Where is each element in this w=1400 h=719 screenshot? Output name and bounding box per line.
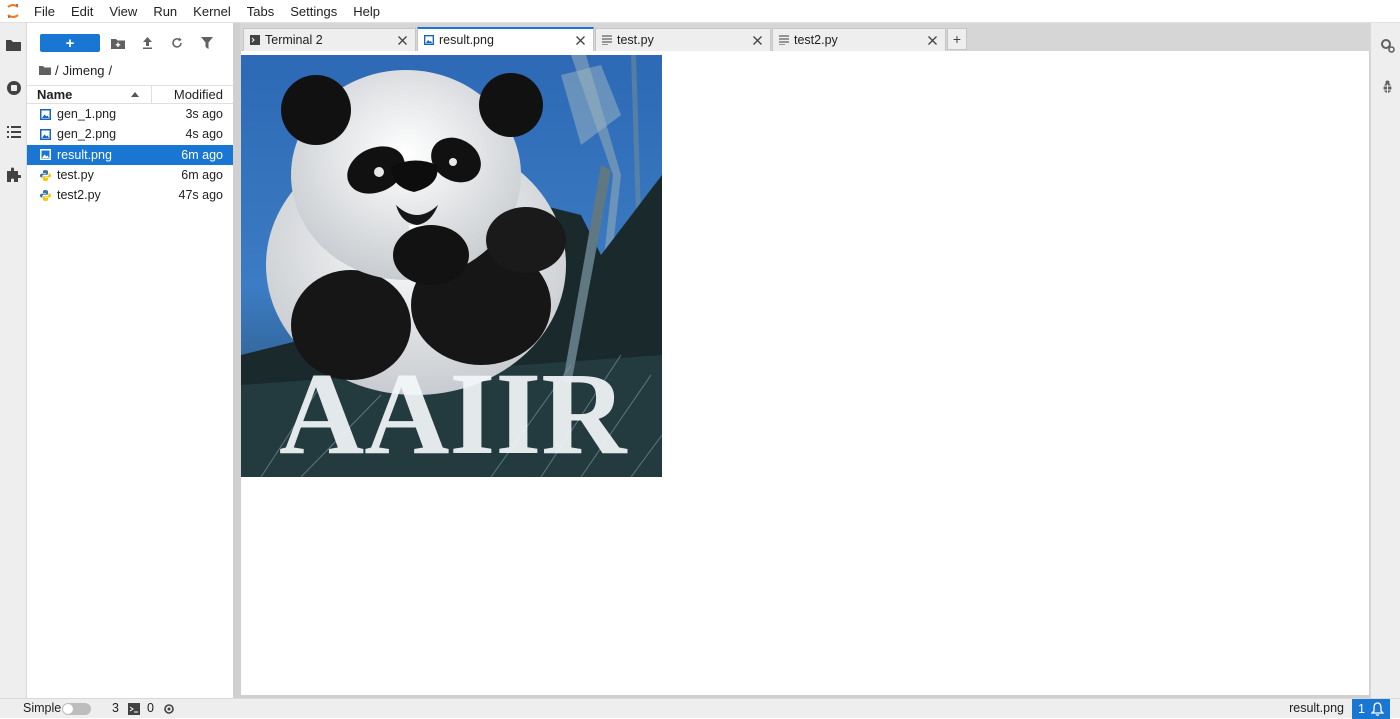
text-file-icon xyxy=(602,35,612,46)
close-icon[interactable] xyxy=(574,34,586,46)
menu-tabs[interactable]: Tabs xyxy=(239,0,282,23)
toggle-knob xyxy=(63,704,73,714)
new-launcher-button[interactable]: + xyxy=(40,34,100,52)
result-image: AAIIR xyxy=(241,55,662,477)
name-column-label: Name xyxy=(37,87,73,102)
image-viewer-panel: AAIIR xyxy=(240,51,1370,698)
list-item-selected[interactable]: result.png 6m ago xyxy=(27,144,233,165)
breadcrumb-trail: / xyxy=(108,62,113,78)
upload-icon[interactable] xyxy=(139,35,155,51)
extension-icon[interactable] xyxy=(4,165,23,184)
new-folder-icon[interactable] xyxy=(110,35,126,51)
plus-icon: + xyxy=(952,31,962,47)
file-modified: 4s ago xyxy=(185,127,223,142)
tab-test2-py[interactable]: test2.py xyxy=(772,28,946,51)
tab-bar: Terminal 2 result.png test.py test2.py + xyxy=(240,23,1370,51)
list-item[interactable]: test2.py 47s ago xyxy=(27,185,233,205)
file-modified: 47s ago xyxy=(178,188,223,203)
breadcrumb-folder-icon[interactable] xyxy=(39,65,51,75)
right-activity-bar xyxy=(1370,23,1400,698)
menu-edit[interactable]: Edit xyxy=(63,0,101,23)
tab-label: test2.py xyxy=(794,33,838,47)
bell-icon xyxy=(1370,702,1384,716)
property-inspector-icon[interactable] xyxy=(1379,37,1395,53)
close-icon[interactable] xyxy=(396,34,408,46)
debugger-icon[interactable] xyxy=(1379,79,1395,95)
breadcrumb-root[interactable]: / xyxy=(55,63,59,78)
file-list: gen_1.png 3s ago gen_2.png 4s ago result… xyxy=(27,104,233,205)
modified-column-header[interactable]: Modified xyxy=(152,86,233,103)
file-modified: 3s ago xyxy=(185,107,223,122)
sort-ascending-icon xyxy=(131,92,139,97)
python-file-icon xyxy=(39,189,51,201)
name-column-header[interactable]: Name xyxy=(27,86,152,103)
close-icon[interactable] xyxy=(926,34,938,46)
file-name: gen_2.png xyxy=(57,127,117,142)
panel-splitter[interactable] xyxy=(233,23,240,698)
notifications-button[interactable]: 1 xyxy=(1352,699,1390,719)
python-file-icon xyxy=(39,169,51,181)
list-item[interactable]: gen_1.png 3s ago xyxy=(27,104,233,124)
file-modified: 6m ago xyxy=(181,147,223,162)
file-name: test2.py xyxy=(57,188,101,203)
breadcrumb: / Jimeng / xyxy=(39,61,112,79)
file-name: test.py xyxy=(57,168,94,183)
terminal-icon xyxy=(250,35,260,46)
menu-run[interactable]: Run xyxy=(145,0,185,23)
text-file-icon xyxy=(779,35,789,46)
running-icon[interactable] xyxy=(4,78,23,97)
tab-label: test.py xyxy=(617,33,654,47)
terminals-count: 3 xyxy=(112,701,119,715)
file-list-header: Name Modified xyxy=(27,85,233,104)
file-browser: + / Jimeng / Name Modified gen_1.png 3s … xyxy=(27,23,233,698)
image-file-icon xyxy=(39,128,51,140)
file-browser-toolbar: + xyxy=(27,23,233,63)
simple-mode-label: Simple xyxy=(23,701,62,715)
toc-icon[interactable] xyxy=(4,122,23,141)
menu-file[interactable]: File xyxy=(26,0,63,23)
list-item[interactable]: test.py 6m ago xyxy=(27,165,233,185)
menu-help[interactable]: Help xyxy=(345,0,388,23)
menu-settings[interactable]: Settings xyxy=(282,0,345,23)
image-file-icon xyxy=(39,108,51,120)
status-bar: Simple 3 0 result.png 1 xyxy=(0,698,1400,719)
tab-label: result.png xyxy=(439,33,494,47)
image-file-icon xyxy=(39,149,51,161)
list-item[interactable]: gen_2.png 4s ago xyxy=(27,124,233,144)
terminal-icon[interactable] xyxy=(127,702,140,715)
breadcrumb-folder[interactable]: Jimeng xyxy=(63,63,105,78)
kernels-count: 0 xyxy=(147,701,154,715)
image-file-icon xyxy=(424,35,434,46)
file-name: result.png xyxy=(57,147,112,162)
left-activity-bar xyxy=(0,23,27,698)
refresh-icon[interactable] xyxy=(169,35,185,51)
file-modified: 6m ago xyxy=(181,168,223,183)
menu-view[interactable]: View xyxy=(101,0,145,23)
close-icon[interactable] xyxy=(751,34,763,46)
tab-test-py[interactable]: test.py xyxy=(595,28,771,51)
menu-kernel[interactable]: Kernel xyxy=(185,0,239,23)
folder-icon[interactable] xyxy=(4,35,23,54)
tab-label: Terminal 2 xyxy=(265,33,323,47)
notifications-count: 1 xyxy=(1358,702,1365,716)
tab-terminal-2[interactable]: Terminal 2 xyxy=(243,28,416,51)
jupyter-logo-icon xyxy=(0,0,26,23)
tab-result-png[interactable]: result.png xyxy=(417,27,594,51)
image-caption-text: AAIIR xyxy=(279,348,628,477)
current-file-label: result.png xyxy=(1289,701,1344,715)
filter-icon[interactable] xyxy=(199,35,215,51)
add-tab-button[interactable]: + xyxy=(947,28,967,50)
main-area: Terminal 2 result.png test.py test2.py +… xyxy=(240,23,1370,698)
simple-mode-toggle[interactable] xyxy=(62,703,91,715)
kernel-gear-icon[interactable] xyxy=(162,702,175,715)
file-name: gen_1.png xyxy=(57,107,117,122)
plus-icon: + xyxy=(65,34,75,52)
menu-bar: File Edit View Run Kernel Tabs Settings … xyxy=(0,0,1400,23)
